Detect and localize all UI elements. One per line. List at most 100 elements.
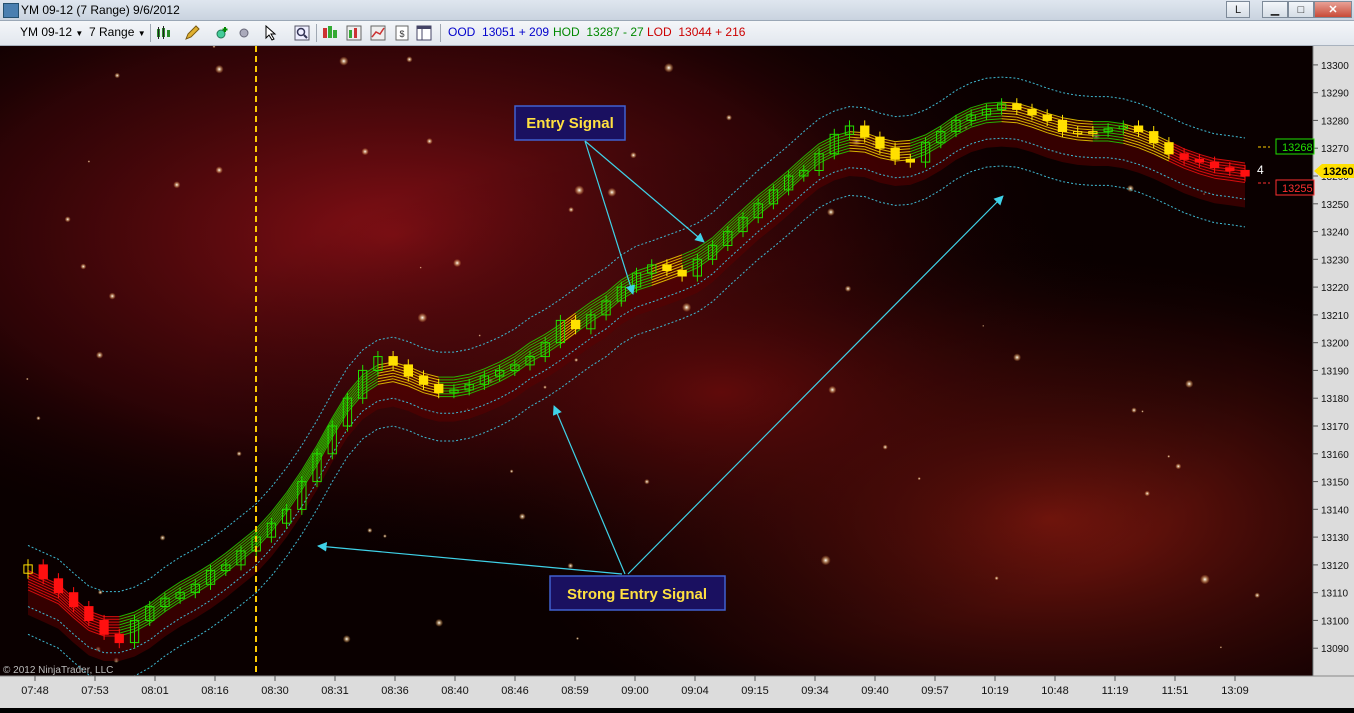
x-tick-label: 09:57 [921,685,949,697]
window-title: YM 09-12 (7 Range) 9/6/2012 [21,3,180,17]
star [509,469,514,474]
minimize-button[interactable]: ▁ [1262,1,1288,18]
zoom-icon[interactable] [294,25,310,41]
toolbar-separator [316,24,317,42]
title-bar: YM 09-12 (7 Range) 9/6/2012 L ▁ □ ✕ [0,0,1354,21]
star [435,618,444,627]
star [576,637,579,640]
x-tick-label: 09:34 [801,685,829,697]
price-axis[interactable]: 13300 13290 13280 13270 13260 13250 13240 13230… [1312,46,1354,676]
candle-body [114,633,124,644]
star [574,358,579,362]
star [994,576,999,581]
star [1131,407,1137,414]
maximize-button[interactable]: □ [1288,1,1314,18]
lod-readout: LOD 13044 + 216 [647,25,746,39]
instrument-label: YM 09-12 [20,25,73,39]
star [828,385,837,394]
instrument-selector[interactable]: YM 09-12 ▼ [20,25,83,39]
star [97,589,103,595]
interval-selector[interactable]: 7 Range ▼ [89,25,146,39]
chart-toolbar: YM 09-12 ▼ 7 Range ▼ $ OOD 13051 + 209 H… [0,21,1354,46]
candle-body [1133,125,1144,133]
star [543,385,547,390]
candle-body [84,606,94,621]
candle-body [1164,142,1174,155]
candle-body [1179,153,1189,160]
star [1013,353,1022,362]
x-tick-label: 08:30 [261,685,289,697]
price-chart[interactable]: Entry Signal Strong Entry Signal © 2012 … [0,45,1354,708]
current-price-tag: 13260 [1323,166,1354,178]
y-tick-label: 13200 [1321,339,1349,350]
star [108,292,116,300]
star [1219,646,1223,649]
star [518,513,526,520]
star [827,208,835,217]
candle-body [69,592,79,608]
star [567,562,574,569]
star [568,206,574,213]
chart-canvas[interactable]: Entry Signal Strong Entry Signal © 2012 … [0,45,1354,708]
strategies-icon[interactable] [370,25,386,41]
x-tick-label: 08:31 [321,685,349,697]
crosshair-plus-icon[interactable] [214,25,230,41]
bar-counter: 4 [1257,163,1264,177]
candle-body [571,319,581,330]
close-button[interactable]: ✕ [1314,1,1352,18]
star [1254,592,1260,599]
star [87,160,91,163]
pencil-icon[interactable] [184,25,200,41]
interval-label: 7 Range [89,25,135,39]
x-tick-label: 08:16 [201,685,229,697]
chevron-down-icon: ▼ [137,29,146,38]
y-tick-label: 13140 [1321,505,1349,516]
crosshair-icon[interactable] [236,25,252,41]
x-tick-label: 09:15 [741,685,769,697]
star [361,147,369,156]
y-tick-label: 13250 [1321,200,1349,211]
indicators-icon[interactable] [346,25,362,41]
y-tick-label: 13280 [1321,116,1349,127]
star [114,72,120,79]
properties-icon[interactable]: $ [394,25,410,41]
y-tick-label: 13300 [1321,61,1349,72]
templates-icon[interactable] [416,25,432,41]
pointer-icon[interactable] [263,25,279,41]
star [383,534,387,538]
toolbar-separator [150,24,151,42]
candle-body [677,269,687,277]
candle-body [1042,114,1052,122]
time-axis[interactable]: 07:48 07:53 08:01 08:16 08:30 08:31 08:36 08:40… [0,675,1354,708]
candle-body [418,375,429,385]
star [419,266,422,269]
star [478,334,481,337]
x-tick-label: 11:51 [1162,685,1189,697]
y-tick-label: 13130 [1321,533,1349,544]
svg-text:$: $ [399,29,404,39]
star [1126,184,1135,193]
y-tick-label: 13160 [1321,450,1349,461]
candle-body [662,264,672,271]
star [96,351,104,359]
candle-body [860,125,870,138]
star [215,64,224,74]
x-tick-label: 09:40 [861,685,889,697]
x-tick-label: 13:09 [1221,685,1249,697]
candle-body [99,619,109,635]
star [607,187,617,197]
copyright-text: © 2012 NinjaTrader, LLC [3,665,113,676]
x-tick-label: 08:46 [501,685,529,697]
star [453,258,462,268]
candle-body [1194,158,1204,163]
candlestick-icon[interactable] [155,25,171,41]
x-tick-label: 11:19 [1102,685,1129,697]
candle-body [434,383,444,394]
candle-body [1149,131,1159,144]
star [844,285,852,292]
y-tick-label: 13180 [1321,394,1349,405]
data-series-icon[interactable] [322,25,338,41]
y-tick-label: 13120 [1321,561,1349,572]
link-button[interactable]: L [1226,1,1250,18]
lower-price-tag: 13255 [1282,183,1313,195]
